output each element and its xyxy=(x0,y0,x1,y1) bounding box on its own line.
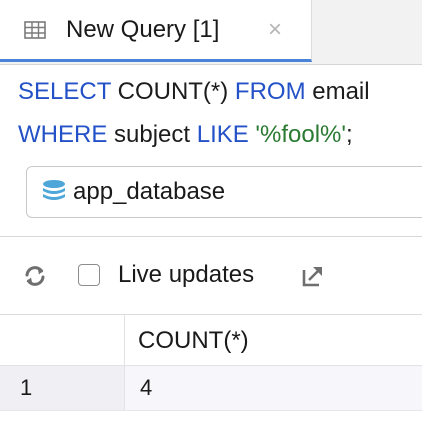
database-selector[interactable]: app_database xyxy=(26,166,422,218)
keyword-from: FROM xyxy=(234,78,306,105)
live-updates-checkbox[interactable] xyxy=(78,264,100,286)
row-number-label: 1 xyxy=(20,375,33,400)
column-header[interactable]: COUNT(*) xyxy=(138,327,249,355)
grid-header: COUNT(*) xyxy=(0,315,422,366)
sql-editor[interactable]: SELECT COUNT(*) FROM email WHERE subject… xyxy=(0,65,422,235)
tab-title: New Query [1] xyxy=(66,16,220,43)
keyword-select: SELECT xyxy=(18,78,111,105)
database-name: app_database xyxy=(73,178,226,205)
database-icon xyxy=(41,179,67,205)
code-text: email xyxy=(305,78,370,105)
row-gutter-header xyxy=(0,315,125,365)
code-text: subject xyxy=(107,121,197,148)
table-icon xyxy=(24,21,46,39)
results-toolbar: Live updates xyxy=(0,237,422,315)
row-number: 1 xyxy=(0,366,125,410)
code-line-1: SELECT COUNT(*) FROM email xyxy=(18,78,370,106)
tab-new-query[interactable]: New Query [1] × xyxy=(0,0,312,62)
keyword-like: LIKE xyxy=(196,121,249,148)
table-row[interactable]: 1 4 xyxy=(0,366,422,411)
code-text: COUNT(*) xyxy=(110,78,235,105)
results-grid: COUNT(*) 1 4 xyxy=(0,314,422,423)
refresh-icon[interactable] xyxy=(22,263,48,289)
live-updates-label: Live updates xyxy=(118,261,255,288)
string-literal: '%fool%' xyxy=(248,121,346,148)
close-icon[interactable]: × xyxy=(268,16,282,44)
keyword-where: WHERE xyxy=(18,121,108,148)
code-line-2: WHERE subject LIKE '%fool%'; xyxy=(18,121,353,149)
tab-bar: New Query [1] × xyxy=(0,0,422,65)
table-cell[interactable]: 4 xyxy=(140,375,152,401)
code-text: ; xyxy=(345,121,353,148)
open-external-icon[interactable] xyxy=(300,263,326,289)
